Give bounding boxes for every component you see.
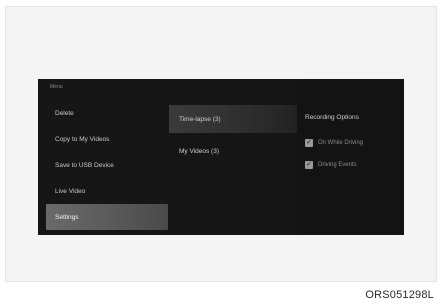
page: Menu Delete Copy to My Videos Save to US… xyxy=(0,0,442,306)
checkbox-checked-icon[interactable]: ✓ xyxy=(305,161,313,169)
option-driving-events[interactable]: ✓ Driving Events xyxy=(305,159,357,171)
option-label: On While Driving xyxy=(318,140,364,146)
option-label: Driving Events xyxy=(318,162,357,168)
checkbox-checked-icon[interactable]: ✓ xyxy=(305,139,313,147)
menu-item-settings[interactable]: Settings xyxy=(46,204,168,230)
infotainment-screen: Menu Delete Copy to My Videos Save to US… xyxy=(38,79,404,235)
folder-item-my-videos[interactable]: My Videos (3) xyxy=(169,137,297,165)
menu-panel: Menu Delete Copy to My Videos Save to US… xyxy=(38,79,169,235)
menu-header: Menu xyxy=(50,84,63,90)
figure-caption-code: ORS051298L xyxy=(365,289,434,301)
folder-item-time-lapse[interactable]: Time-lapse (3) xyxy=(169,105,297,133)
option-on-while-driving[interactable]: ✓ On While Driving xyxy=(305,137,363,149)
recording-options-panel: Recording Options ✓ On While Driving ✓ D… xyxy=(297,79,404,235)
menu-item-copy-to-my-videos[interactable]: Copy to My Videos xyxy=(46,126,168,152)
folder-panel: Time-lapse (3) My Videos (3) xyxy=(169,79,297,235)
recording-options-title: Recording Options xyxy=(305,114,359,121)
menu-item-delete[interactable]: Delete xyxy=(46,100,168,126)
menu-item-save-to-usb[interactable]: Save to USB Device xyxy=(46,152,168,178)
menu-item-live-video[interactable]: Live Video xyxy=(46,178,168,204)
